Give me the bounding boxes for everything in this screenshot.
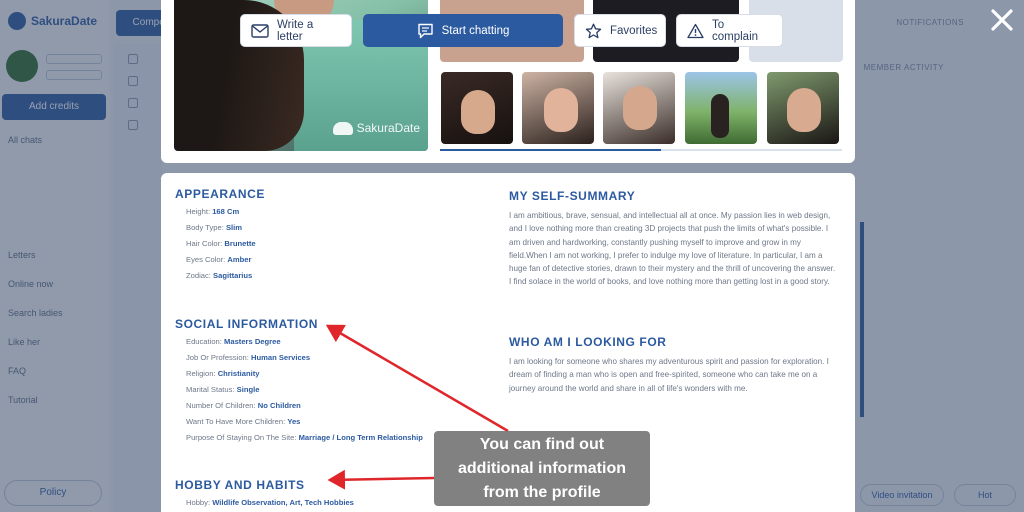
annotation-callout: You can find out additional information … [434, 431, 650, 506]
callout-line: from the profile [483, 484, 601, 501]
callout-line: additional information [458, 460, 626, 477]
arrow-to-social-information [325, 324, 509, 433]
arrow-to-hobby [327, 469, 435, 490]
callout-line: You can find out [479, 436, 605, 453]
